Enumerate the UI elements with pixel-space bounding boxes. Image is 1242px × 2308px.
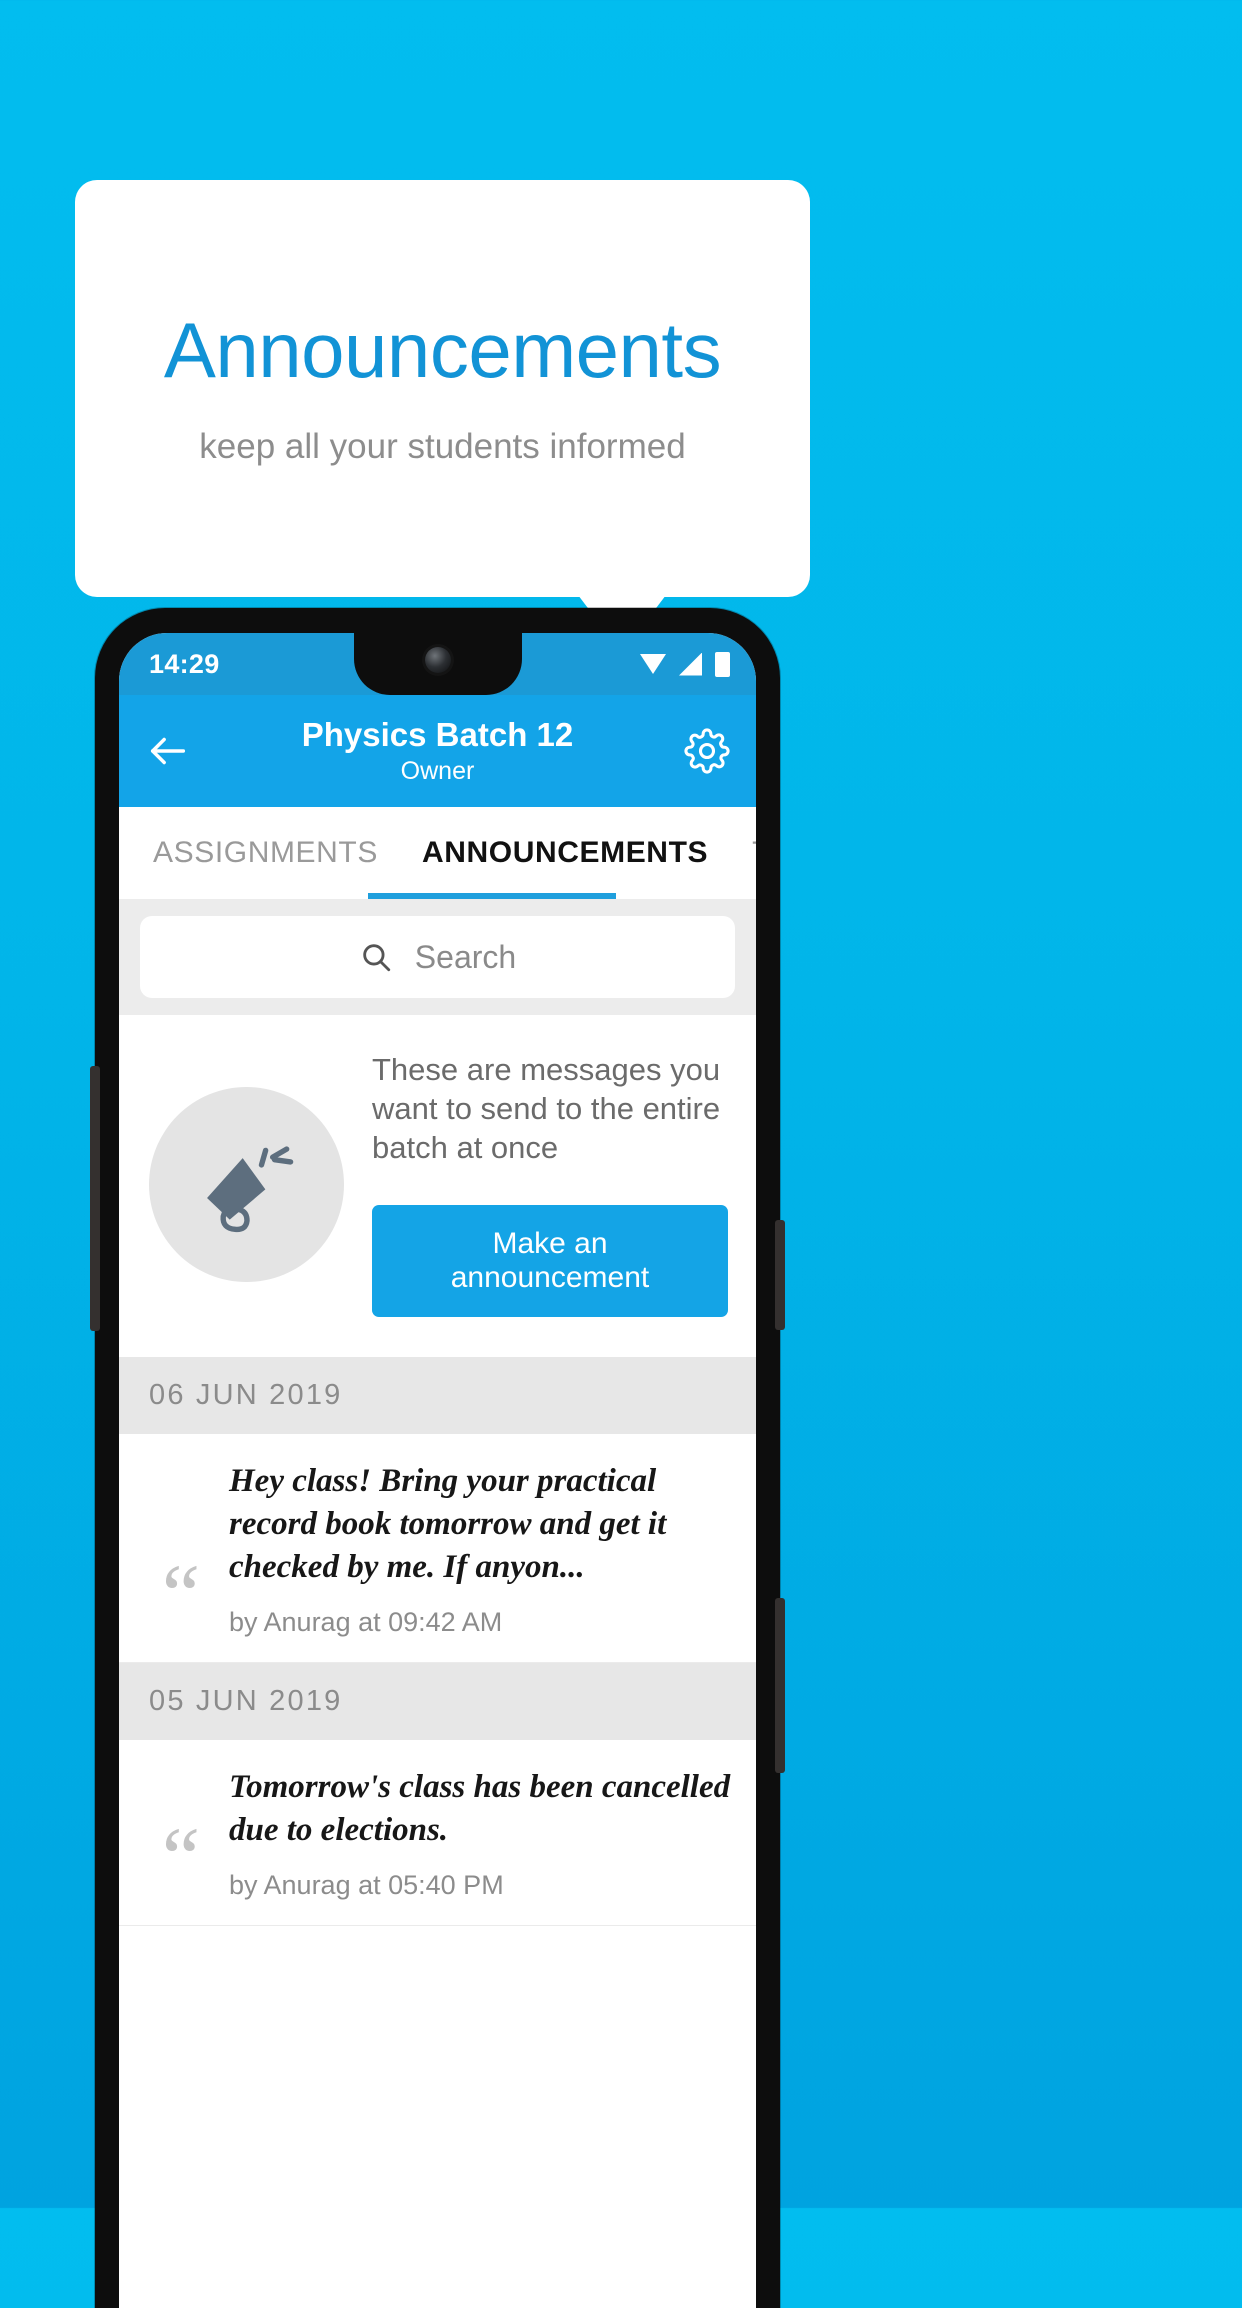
announcement-row[interactable]: “ Hey class! Bring your practical record… [119,1434,756,1663]
quote-icon: “ [161,1808,201,1905]
back-arrow-icon[interactable] [145,728,191,774]
callout-title: Announcements [163,305,722,394]
wifi-icon [640,654,666,674]
announcement-meta: by Anurag at 05:40 PM [229,1869,504,1900]
megaphone-icon [149,1086,344,1282]
callout-bubble: Announcements keep all your students inf… [75,180,810,597]
announcement-meta: by Anurag at 09:42 AM [229,1606,503,1637]
make-announcement-button[interactable]: Make an announcement [372,1205,728,1318]
quote-icon: “ [161,1545,201,1642]
status-bar: 14:29 [119,633,756,695]
phone-left-button[interactable] [90,1066,100,1331]
announcement-body: Hey class! Bring your practical record b… [229,1460,736,1638]
tab-assignments[interactable]: ASSIGNMENTS [153,836,378,870]
status-bar-icons [640,651,730,677]
tab-bar: ASSIGNMENTS ANNOUNCEMENTS TESTS ’ [119,807,756,899]
promo-description: These are messages you want to send to t… [372,1052,721,1165]
search-section: Search [119,899,756,1015]
search-placeholder: Search [414,938,517,975]
battery-icon [715,651,730,677]
page-subtitle: Owner [400,757,475,785]
phone-notch [353,633,522,695]
signal-icon [679,652,702,676]
search-input[interactable]: Search [140,916,735,998]
status-bar-time: 14:29 [149,648,220,679]
gear-icon[interactable] [684,728,730,774]
announcement-text: Tomorrow's class has been cancelled due … [229,1768,731,1848]
tab-announcements[interactable]: ANNOUNCEMENTS [422,836,708,870]
announcement-promo-card: These are messages you want to send to t… [119,1015,756,1358]
announcement-row[interactable]: “ Tomorrow's class has been cancelled du… [119,1739,756,1926]
announcement-body: Tomorrow's class has been cancelled due … [229,1766,736,1901]
tab-active-indicator [368,893,616,899]
phone-power-button[interactable] [775,1220,785,1330]
phone-screen: 14:29 Physics Batch 12 Owner ASSIGNMENTS… [119,633,756,2308]
date-header: 06 JUN 2019 [119,1357,756,1435]
date-header: 05 JUN 2019 [119,1662,756,1740]
phone-device: 14:29 Physics Batch 12 Owner ASSIGNMENTS… [90,608,785,2308]
page-title: Physics Batch 12 [301,716,574,753]
phone-volume-button[interactable] [775,1598,785,1773]
search-icon [359,940,393,974]
app-bar-titles: Physics Batch 12 Owner [119,716,756,786]
callout-subtitle: keep all your students informed [199,426,686,466]
announcement-text: Hey class! Bring your practical record b… [229,1463,667,1586]
promo-content: These are messages you want to send to t… [372,1051,728,1318]
tab-tests[interactable]: TESTS [752,836,756,870]
front-camera [424,647,451,673]
app-bar: Physics Batch 12 Owner [119,695,756,807]
